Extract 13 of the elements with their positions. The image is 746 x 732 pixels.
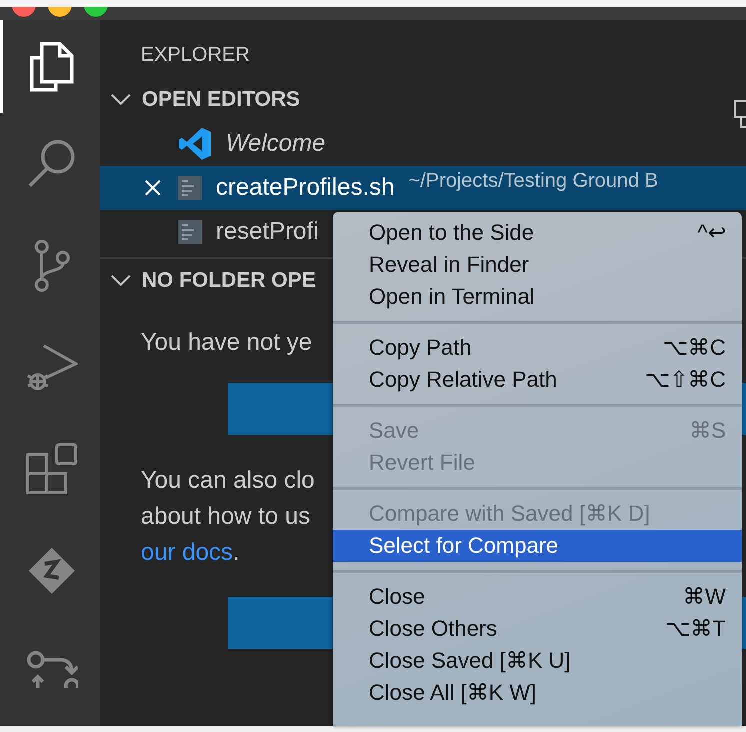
message-text: You have not ye <box>141 329 312 356</box>
panel-title: EXPLORER <box>140 43 251 68</box>
message-text: about how to us <box>141 503 310 530</box>
section-title: OPEN EDITORS <box>142 88 300 112</box>
period-text: . <box>233 539 240 566</box>
shortcut-text: ⌥⌘C <box>663 335 726 361</box>
shortcut-text: ^↩ <box>698 220 726 246</box>
shortcut-text: ⌥⌘T <box>666 616 726 642</box>
message-text: You can also clo <box>141 467 315 494</box>
shortcut-text: ⌘S <box>689 418 726 444</box>
shortcut-text: ⌥⇧⌘C <box>645 367 726 393</box>
shortcut-text: ⌘W <box>683 584 726 610</box>
section-title: NO FOLDER OPE <box>142 269 316 293</box>
